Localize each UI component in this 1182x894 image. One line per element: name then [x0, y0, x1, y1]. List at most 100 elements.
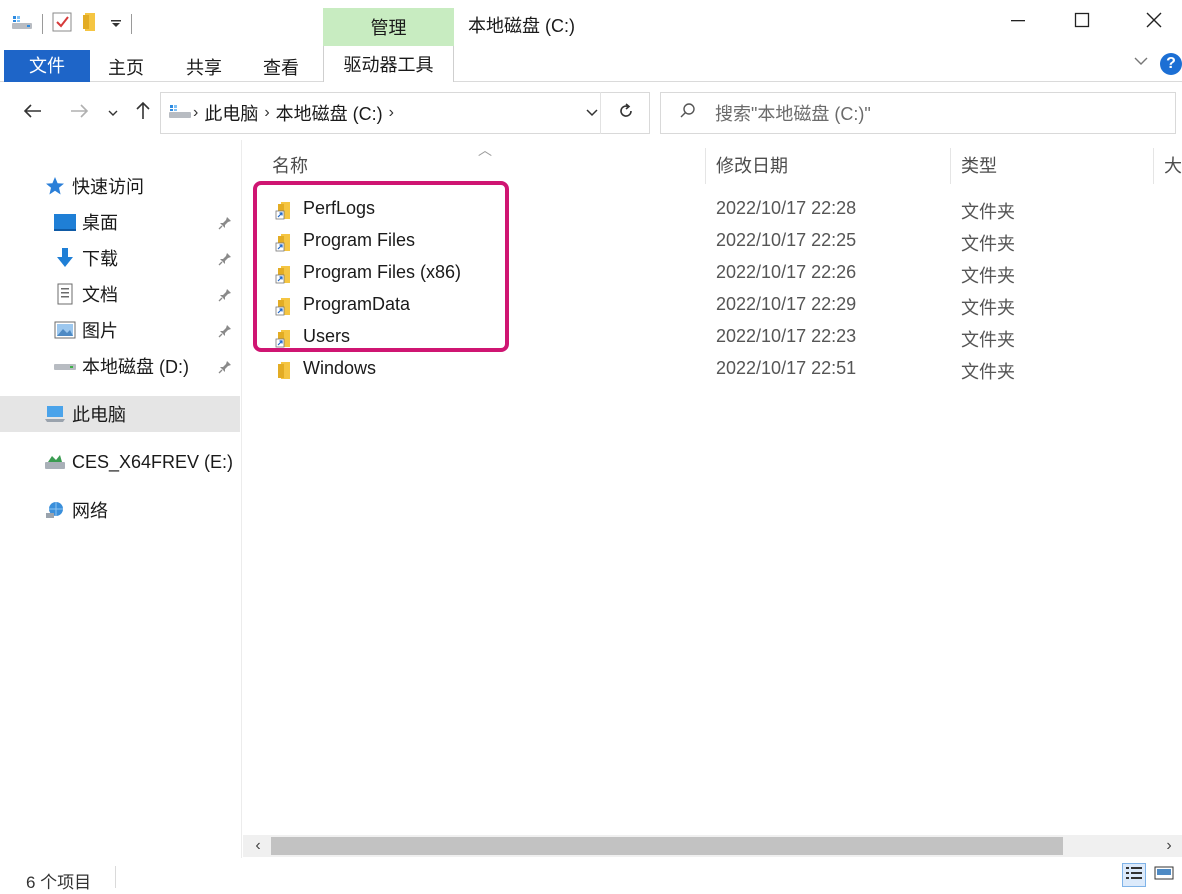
file-type: 文件夹: [961, 330, 1015, 350]
new-folder-icon[interactable]: [81, 11, 101, 38]
nav-quick-access-label: 快速访问: [72, 177, 144, 197]
drive-icon[interactable]: [10, 12, 34, 37]
nav-item-desktop[interactable]: 桌面: [0, 204, 240, 240]
arrow-right-icon: [69, 103, 89, 124]
search-box[interactable]: 搜索"本地磁盘 (C:)": [660, 92, 1176, 134]
item-count: 6 个项目: [26, 873, 92, 892]
large-icons-view-button[interactable]: [1152, 863, 1176, 887]
help-icon[interactable]: ?: [1160, 52, 1182, 75]
breadcrumb-separator-icon[interactable]: ›: [389, 104, 394, 122]
file-row[interactable]: ProgramData 2022/10/17 22:29 文件夹: [243, 289, 1182, 321]
nav-quick-access[interactable]: 快速访问: [0, 168, 240, 204]
maximize-button[interactable]: [1054, 4, 1110, 40]
quick-access-toolbar: [10, 10, 132, 38]
scroll-left-icon[interactable]: ‹: [245, 835, 271, 857]
pin-icon[interactable]: [218, 214, 232, 235]
file-row[interactable]: Windows 2022/10/17 22:51 文件夹: [243, 353, 1182, 385]
status-divider: [115, 866, 116, 888]
ribbon-right-controls: ?: [1132, 52, 1182, 75]
recent-locations-button[interactable]: [102, 98, 124, 128]
file-name: Windows: [303, 358, 377, 378]
file-type: 文件夹: [961, 234, 1015, 254]
drive-icon: [52, 359, 78, 373]
details-view-button[interactable]: [1122, 863, 1146, 887]
file-name: PerfLogs: [303, 198, 376, 218]
horizontal-scrollbar[interactable]: ‹ ›: [243, 835, 1182, 857]
breadcrumb-separator-icon[interactable]: ›: [264, 104, 269, 122]
column-divider[interactable]: [950, 148, 951, 184]
close-button[interactable]: [1126, 4, 1182, 40]
minimize-button[interactable]: [990, 4, 1046, 40]
tab-home[interactable]: 主页: [108, 54, 144, 80]
star-icon: [42, 176, 68, 196]
file-modified: 2022/10/17 22:25: [716, 230, 857, 250]
file-modified: 2022/10/17 22:51: [716, 358, 857, 378]
tab-view[interactable]: 查看: [263, 54, 299, 80]
pin-icon[interactable]: [218, 358, 232, 379]
status-bar: 6 个项目: [0, 858, 1182, 894]
file-modified: 2022/10/17 22:23: [716, 326, 857, 346]
nav-item-local-disk-d[interactable]: 本地磁盘 (D:): [0, 348, 240, 384]
pin-icon[interactable]: [218, 322, 232, 343]
nav-usb-drive[interactable]: CES_X64FREV (E:): [0, 444, 240, 480]
computer-icon: [42, 405, 68, 423]
folder-shortcut-icon: [275, 201, 293, 226]
forward-button[interactable]: [64, 98, 94, 128]
nav-item-label: 文档: [82, 285, 118, 305]
file-type: 文件夹: [961, 266, 1015, 286]
file-name: Program Files: [303, 230, 416, 250]
breadcrumb-this-pc[interactable]: 此电脑: [204, 100, 258, 126]
nav-network[interactable]: 网络: [0, 492, 240, 528]
large-icons-view-icon: [1154, 865, 1174, 886]
breadcrumb-separator-icon[interactable]: ›: [193, 104, 198, 122]
column-divider[interactable]: [1153, 148, 1154, 184]
address-bar[interactable]: › 此电脑 › 本地磁盘 (C:) ›: [160, 92, 650, 134]
folder-shortcut-icon: [275, 233, 293, 258]
expand-ribbon-icon[interactable]: [1132, 52, 1150, 75]
column-header-type[interactable]: 类型: [961, 152, 997, 178]
column-header-modified[interactable]: 修改日期: [716, 152, 788, 178]
chevron-down-icon: [107, 103, 119, 124]
file-modified: 2022/10/17 22:26: [716, 262, 857, 282]
scroll-right-icon[interactable]: ›: [1156, 835, 1182, 857]
folder-shortcut-icon: [275, 265, 293, 290]
back-button[interactable]: [18, 98, 48, 128]
up-button[interactable]: [130, 98, 156, 128]
file-row[interactable]: Users 2022/10/17 22:23 文件夹: [243, 321, 1182, 353]
nav-this-pc[interactable]: 此电脑: [0, 396, 240, 432]
breadcrumb-local-disk-c[interactable]: 本地磁盘 (C:): [276, 100, 383, 126]
tab-share[interactable]: 共享: [186, 54, 222, 80]
qat-separator: [42, 14, 43, 34]
search-icon: [679, 102, 697, 125]
tab-drive-tools[interactable]: 驱动器工具: [323, 46, 454, 82]
pin-icon[interactable]: [218, 286, 232, 307]
details-view-icon: [1125, 865, 1143, 886]
nav-item-downloads[interactable]: 下载: [0, 240, 240, 276]
pin-icon[interactable]: [218, 250, 232, 271]
drive-icon: [167, 101, 193, 126]
minimize-icon: [1010, 12, 1026, 33]
nav-item-pictures[interactable]: 图片: [0, 312, 240, 348]
refresh-button[interactable]: [600, 92, 650, 134]
ribbon-tabs: 文件 主页 共享 查看 驱动器工具 ?: [0, 46, 1182, 82]
properties-icon[interactable]: [51, 11, 73, 38]
file-row[interactable]: Program Files 2022/10/17 22:25 文件夹: [243, 225, 1182, 257]
document-icon: [52, 283, 78, 305]
column-header-size[interactable]: 大: [1164, 152, 1182, 178]
column-divider[interactable]: [705, 148, 706, 184]
navigation-pane: 快速访问 桌面 下载 文档 图片 本地磁盘 (D:) 此电脑 CES_X64FR…: [0, 140, 242, 858]
file-row[interactable]: Program Files (x86) 2022/10/17 22:26 文件夹: [243, 257, 1182, 289]
address-dropdown-icon[interactable]: [585, 103, 599, 124]
title-bar: 管理 本地磁盘 (C:): [0, 0, 1182, 46]
nav-item-documents[interactable]: 文档: [0, 276, 240, 312]
customize-qat-icon[interactable]: [109, 14, 123, 35]
column-header-name[interactable]: 名称: [272, 152, 308, 178]
close-icon: [1145, 11, 1163, 34]
usb-drive-icon: [42, 453, 68, 471]
file-row[interactable]: PerfLogs 2022/10/17 22:28 文件夹: [243, 193, 1182, 225]
file-name: ProgramData: [303, 294, 411, 314]
tab-file[interactable]: 文件: [4, 50, 90, 82]
scrollbar-thumb[interactable]: [271, 837, 1063, 855]
network-icon: [42, 500, 68, 520]
nav-item-label: 下载: [82, 249, 118, 269]
